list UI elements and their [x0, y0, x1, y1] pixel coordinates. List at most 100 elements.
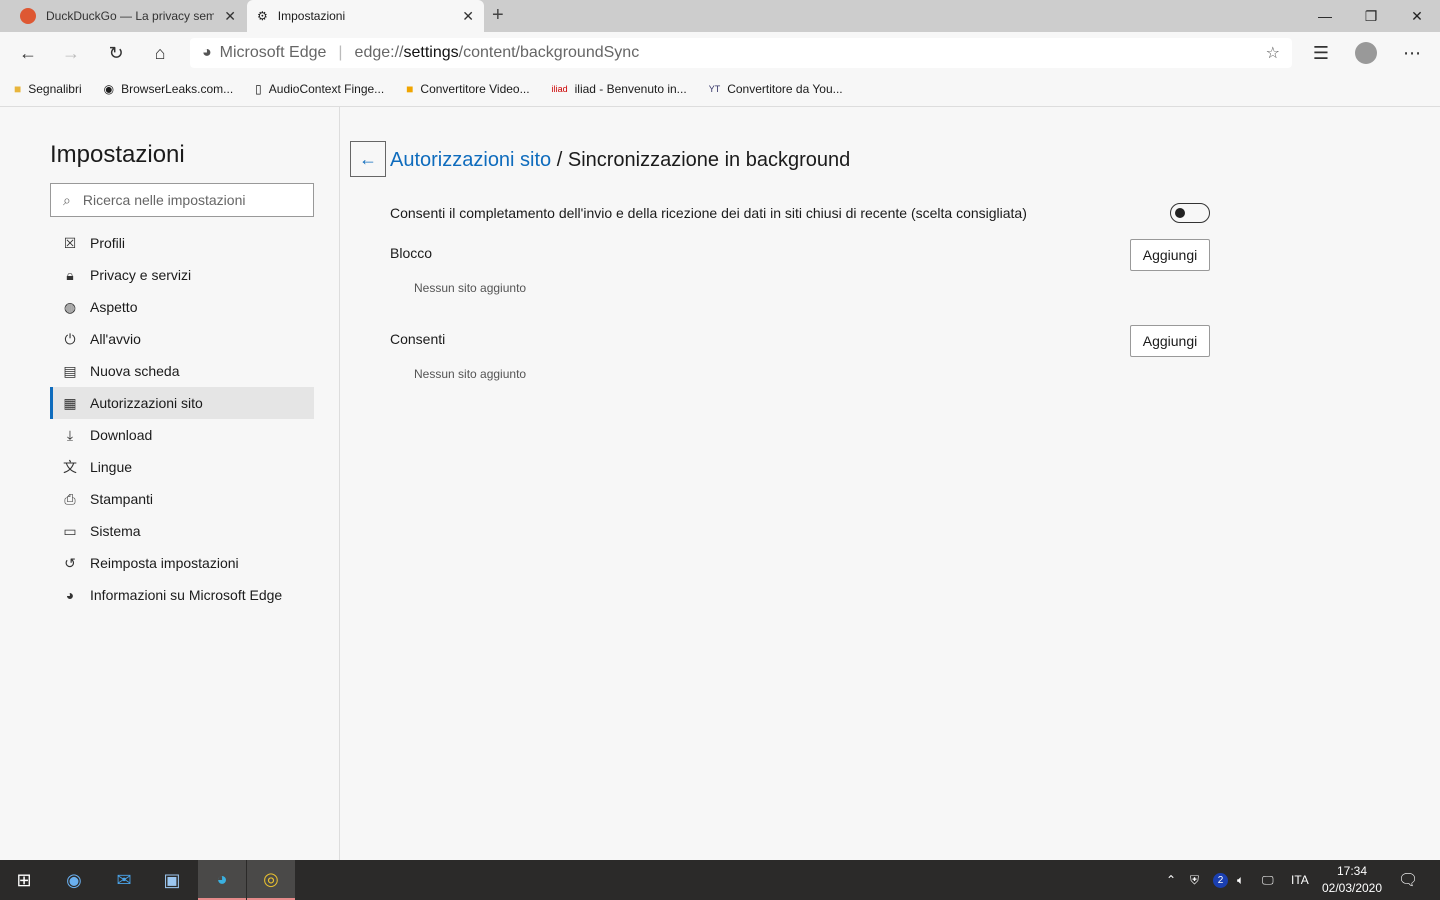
clock[interactable]: 17:34 02/03/2020 [1318, 863, 1386, 897]
date: 02/03/2020 [1321, 881, 1383, 895]
more-menu-button[interactable]: ⋯ [1397, 38, 1427, 68]
sidebar-item-all-avvio[interactable]: ⏻ All'avvio [50, 323, 314, 355]
sidebar-item-download[interactable]: ⤓ Download [50, 419, 314, 451]
tab-duckduckgo[interactable]: DuckDuckGo — La privacy semp ✕ [10, 0, 246, 32]
toggle-label: Consenti il completamento dell'invio e d… [390, 205, 1027, 221]
bookmark[interactable]: ■ Convertitore Video... [406, 82, 529, 96]
forward-button[interactable]: → [56, 38, 86, 68]
back-arrow-button[interactable]: ← [350, 141, 386, 177]
security-icon[interactable]: ⛨ [1190, 860, 1199, 900]
back-button[interactable]: ← [13, 38, 43, 68]
favorites-button[interactable]: ☰ [1306, 38, 1336, 68]
app-icon[interactable]: ◉ [50, 860, 98, 900]
close-tab-icon[interactable]: ✕ [462, 8, 474, 25]
sidebar-item-profili[interactable]: ☒ Profili [50, 227, 314, 259]
sidebar-item-label: Privacy e servizi [90, 267, 192, 283]
main-content: ← Autorizzazioni sito / Sincronizzazione… [341, 107, 1440, 860]
bookmarks-bar: ■ Segnalibri ◉ BrowserLeaks.com... ▯ AudioC… [0, 74, 1440, 104]
sidebar-item-label: Lingue [90, 459, 133, 475]
sidebar-item-label: Download [90, 427, 153, 443]
add-block-button[interactable]: Aggiungi [1130, 239, 1210, 271]
fingerprint-icon: ◉ [103, 82, 115, 96]
taskbar: ⊞ ◉ ✉ ▣ ◕ ◎ ⌃ ⛨ 2 🔈︎ 🖵︎ ITA 17:34 02/03/2… [0, 860, 1440, 900]
start-button[interactable]: ⊞ [0, 860, 48, 900]
sidebar-item-label: Profili [90, 235, 126, 251]
page-title: Sincronizzazione in background [567, 149, 851, 171]
restore-button[interactable]: ❐ [1348, 0, 1394, 32]
tab-impostazioni[interactable]: ⚙ Impostazioni ✕ [247, 0, 484, 32]
sidebar-item-icon: ⏻ [64, 330, 76, 347]
iliad-icon: iliad [551, 84, 568, 94]
block-empty-text: Nessun sito aggiunto [414, 281, 527, 295]
sidebar-item-label: Sistema [90, 523, 141, 539]
sidebar-item-aspetto[interactable]: ◍ Aspetto [50, 291, 314, 323]
app-icon[interactable]: ▣ [148, 860, 196, 900]
refresh-button[interactable]: ↻ [101, 38, 131, 68]
home-button[interactable]: ⌂ [145, 38, 175, 68]
url-prefix: edge:// [354, 44, 404, 61]
folder-icon: ■ [14, 82, 22, 96]
sidebar-item-icon: ▦ [63, 394, 77, 411]
sidebar-item-icon: ◕ [65, 587, 75, 603]
gear-icon: ⚙ [257, 9, 268, 23]
minimize-button[interactable]: — [1302, 0, 1348, 32]
add-allow-button[interactable]: Aggiungi [1130, 325, 1210, 357]
star-icon[interactable]: ☆ [1266, 43, 1280, 63]
sidebar-item-autorizzazioni-sito[interactable]: ▦ Autorizzazioni sito [50, 387, 314, 419]
breadcrumb-link[interactable]: Autorizzazioni sito [390, 149, 551, 171]
allow-heading: Consenti [390, 331, 446, 347]
network-icon[interactable]: 🖵︎ [1262, 860, 1274, 900]
search-input[interactable]: ⌕ Ricerca nelle impostazioni [50, 183, 314, 217]
address-bar[interactable]: ◕ Microsoft Edge | edge://settings/conte… [190, 38, 1292, 68]
background-sync-toggle[interactable] [1170, 203, 1210, 223]
chrome-taskbar-icon[interactable]: ◎ [247, 860, 295, 900]
bookmark-label: Segnalibri [28, 82, 82, 96]
bookmark-label: iliad - Benvenuto in... [574, 82, 687, 96]
volume-icon[interactable]: 🔈︎ [1237, 860, 1244, 900]
sidebar-item-icon: ☒ [63, 234, 77, 251]
sidebar-item-label: All'avvio [90, 331, 141, 347]
sidebar-item-icon: ⎙ [64, 490, 76, 507]
sidebar-item-sistema[interactable]: ▭ Sistema [50, 515, 314, 547]
allow-empty-text: Nessun sito aggiunto [414, 367, 527, 381]
notification-badge-icon[interactable]: 2 [1213, 860, 1228, 900]
sidebar-item-lingue[interactable]: 文 Lingue [50, 451, 314, 483]
sidebar-item-label: Reimposta impostazioni [90, 555, 239, 571]
language-indicator[interactable]: ITA [1291, 860, 1309, 900]
sidebar-item-stampanti[interactable]: ⎙ Stampanti [50, 483, 314, 515]
sidebar-item-label: Autorizzazioni sito [90, 395, 203, 411]
sidebar-item-label: Stampanti [90, 491, 154, 507]
url-host: settings [403, 44, 459, 61]
bookmark-label: Convertitore da You... [727, 82, 843, 96]
bookmark[interactable]: ■ Segnalibri [14, 82, 82, 96]
mail-icon[interactable]: ✉ [100, 860, 148, 900]
bookmark[interactable]: ▯ AudioContext Finge... [255, 82, 384, 96]
badge-count: 2 [1213, 872, 1228, 888]
show-hidden-icons[interactable]: ⌃ [1166, 860, 1176, 900]
search-placeholder: Ricerca nelle impostazioni [82, 192, 246, 208]
title-bar: DuckDuckGo — La privacy semp ✕ ⚙ Imposta… [0, 0, 1440, 32]
close-window-button[interactable]: ✕ [1394, 0, 1440, 32]
action-center-icon[interactable]: 🗨︎ [1398, 860, 1418, 900]
sidebar-item-icon: ⤓ [66, 426, 74, 443]
sidebar-item-label: Informazioni su Microsoft Edge [90, 587, 283, 603]
sidebar-item-icon: ↺ [64, 554, 76, 571]
edge-icon: ◕ [202, 44, 212, 61]
sidebar-item-privacy-e-servizi[interactable]: 🔒︎ Privacy e servizi [50, 259, 314, 291]
sidebar-item-label: Nuova scheda [90, 363, 180, 379]
sidebar-item-icon: ◍ [63, 298, 77, 315]
new-tab-button[interactable]: + [492, 4, 504, 27]
bookmark[interactable]: YT Convertitore da You... [709, 82, 843, 96]
sidebar-item-nuova-scheda[interactable]: ▤ Nuova scheda [50, 355, 314, 387]
breadcrumb: Autorizzazioni sito / Sincronizzazione i… [390, 149, 850, 172]
close-tab-icon[interactable]: ✕ [224, 8, 236, 25]
edge-taskbar-icon[interactable]: ◕ [198, 860, 246, 900]
profile-avatar[interactable] [1351, 38, 1381, 68]
sidebar-item-informazioni-su-microsoft-edge[interactable]: ◕ Informazioni su Microsoft Edge [50, 579, 314, 611]
bookmark[interactable]: iliad iliad - Benvenuto in... [552, 82, 687, 96]
sidebar-item-icon: 文 [63, 459, 77, 475]
sidebar-item-reimposta-impostazioni[interactable]: ↺ Reimposta impostazioni [50, 547, 314, 579]
sidebar-nav: ☒ Profili 🔒︎ Privacy e servizi ◍ Aspetto ⏻ All'… [50, 227, 314, 611]
bookmark[interactable]: ◉ BrowserLeaks.com... [104, 82, 234, 96]
url-path: /content/backgroundSync [458, 44, 640, 61]
